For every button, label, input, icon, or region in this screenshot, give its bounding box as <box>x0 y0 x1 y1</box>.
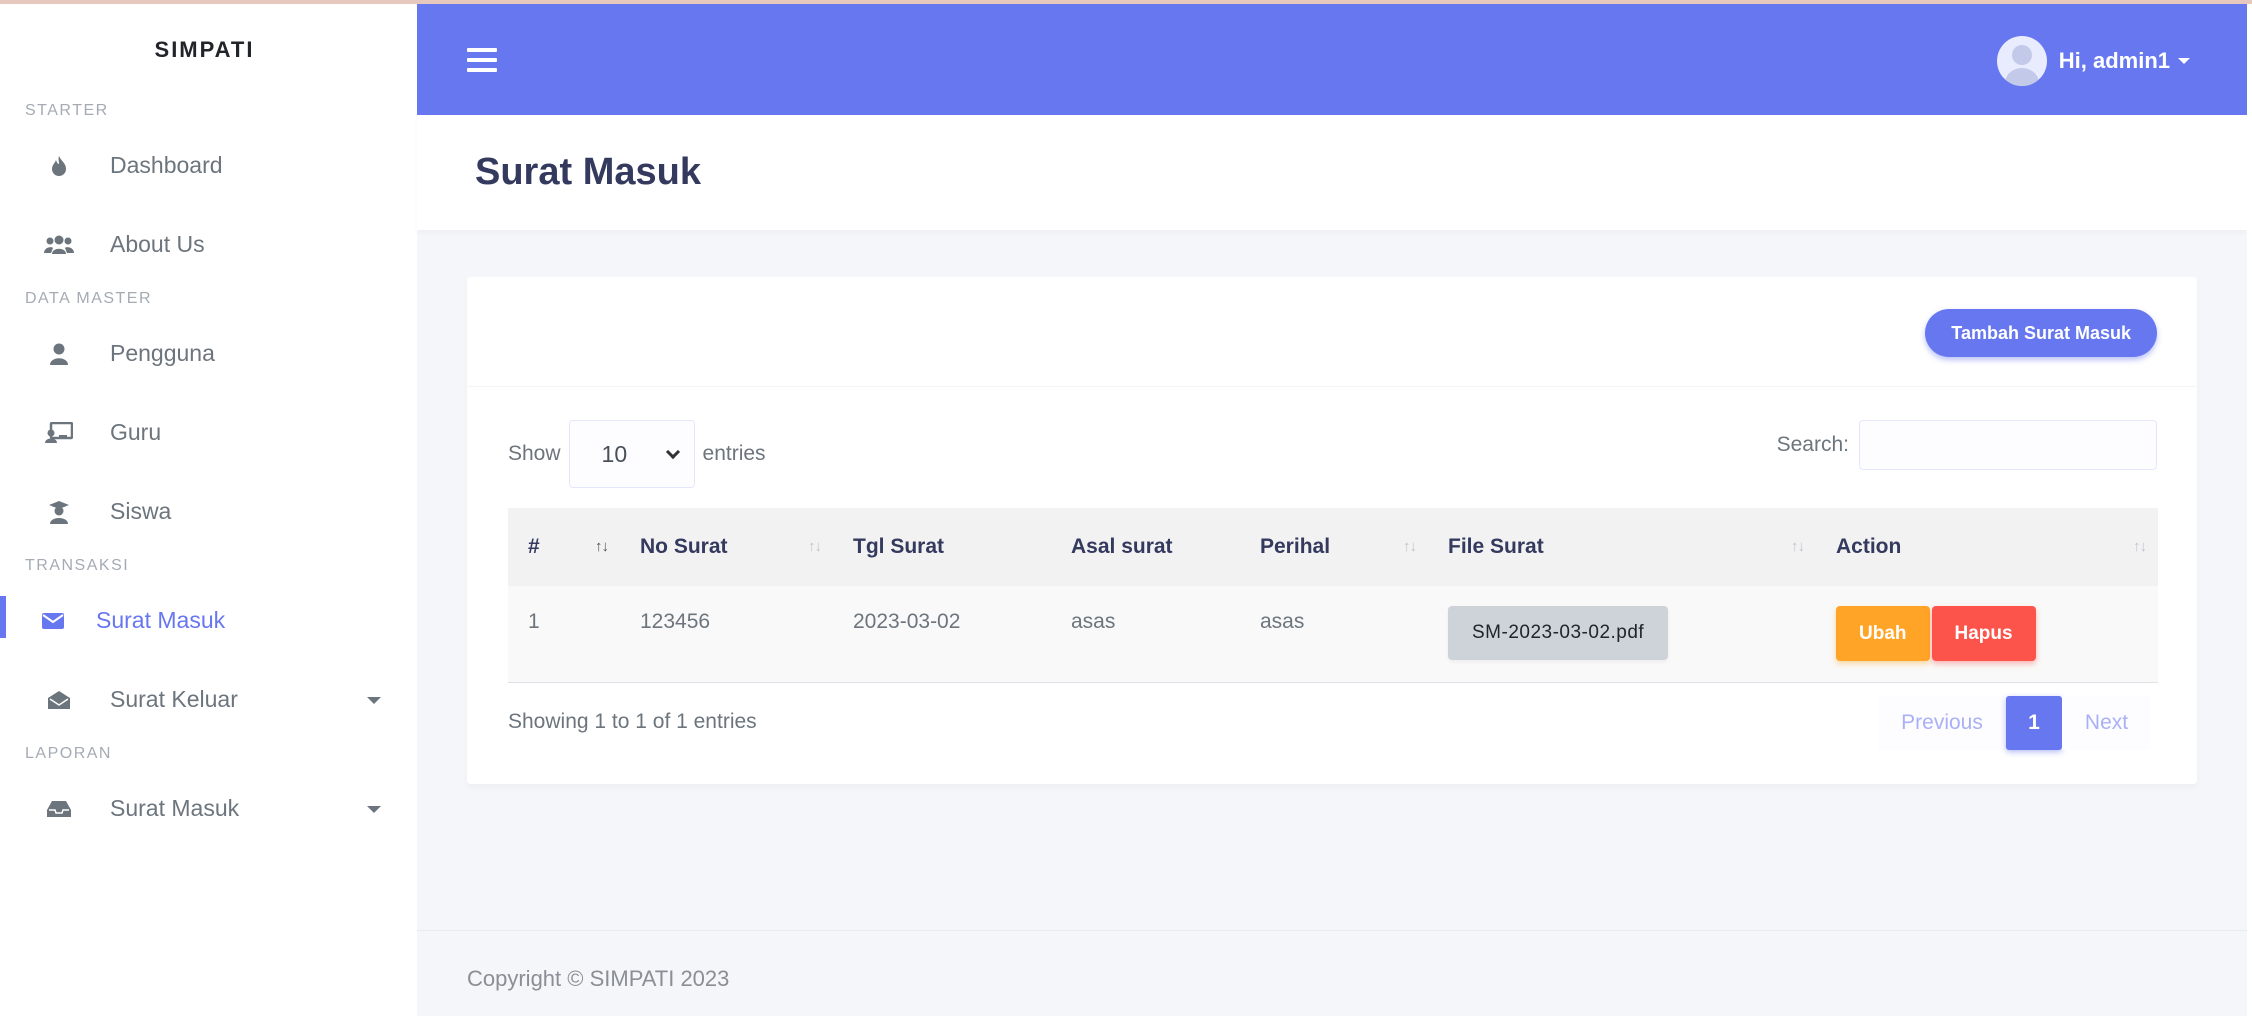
menu-header-starter: STARTER <box>25 102 109 119</box>
surat-masuk-table: # ↑↓ No Surat ↑↓ Tgl Surat Asal surat Peri… <box>508 508 2158 683</box>
column-header-action[interactable]: Action ↑↓ <box>1816 508 2158 586</box>
card-header: Tambah Surat Masuk <box>467 277 2197 387</box>
sidebar-item-surat-keluar[interactable]: Surat Keluar <box>0 660 417 739</box>
sidebar-item-guru[interactable]: Guru <box>0 393 417 472</box>
page-title: Surat Masuk <box>475 151 701 193</box>
next-page-button[interactable]: Next <box>2062 696 2151 750</box>
graduate-icon <box>44 497 74 527</box>
entries-length-control: Show 10 entries <box>508 420 766 488</box>
entries-label: entries <box>702 442 766 465</box>
user-dropdown[interactable]: Hi, admin1 <box>1996 36 2190 86</box>
search-control: Search: <box>1777 420 2157 470</box>
sidebar: SIMPATI STARTER Dashboard About Us DATA … <box>0 4 417 1016</box>
envelope-icon <box>38 606 68 636</box>
user-greeting: Hi, admin1 <box>2058 48 2170 73</box>
sidebar-item-label: Surat Keluar <box>110 686 238 712</box>
table-header-row: # ↑↓ No Surat ↑↓ Tgl Surat Asal surat Peri… <box>508 508 2158 586</box>
entries-select-value: 10 <box>601 440 628 467</box>
cell-number: 1 <box>508 586 620 683</box>
table-controls: Show 10 entries Search: <box>467 420 2197 490</box>
hamburger-menu-icon[interactable] <box>467 48 497 72</box>
sidebar-item-label: Siswa <box>110 498 172 524</box>
brand-logo[interactable]: SIMPATI <box>0 4 417 96</box>
search-label: Search: <box>1776 433 1849 456</box>
sort-icon: ↑↓ <box>1791 538 1805 555</box>
column-header-no-surat[interactable]: No Surat ↑↓ <box>620 508 833 586</box>
cell-asal-surat: asas <box>1051 586 1240 683</box>
right-edge <box>2247 4 2252 1016</box>
footer: Copyright © SIMPATI 2023 <box>417 930 2247 1016</box>
sidebar-item-label: Dashboard <box>110 152 223 178</box>
sidebar-item-surat-masuk[interactable]: Surat Masuk <box>0 581 417 660</box>
table-row: 1 123456 2023-03-02 asas asas SM-2023-03… <box>508 586 2158 683</box>
sidebar-item-label: About Us <box>110 231 205 257</box>
sort-icon: ↑↓ <box>1403 538 1417 555</box>
section-header: Surat Masuk <box>417 115 2247 230</box>
chevron-down-icon <box>367 805 381 813</box>
sidebar-item-label: Guru <box>110 419 162 445</box>
delete-button[interactable]: Hapus <box>1931 606 2036 661</box>
menu-header-data-master: DATA MASTER <box>25 290 153 307</box>
column-header-perihal[interactable]: Perihal ↑↓ <box>1240 508 1428 586</box>
sidebar-item-laporan-surat-masuk[interactable]: Surat Masuk <box>0 769 417 848</box>
column-header-asal-surat[interactable]: Asal surat <box>1051 508 1240 586</box>
page-1-button[interactable]: 1 <box>2006 696 2062 750</box>
previous-page-button[interactable]: Previous <box>1878 696 2006 750</box>
file-download-button[interactable]: SM-2023-03-02.pdf <box>1448 606 1669 660</box>
inbox-icon <box>44 794 74 824</box>
fire-icon <box>44 151 74 181</box>
sort-icon: ↑↓ <box>2133 538 2147 555</box>
copyright-text: Copyright © SIMPATI 2023 <box>467 966 730 991</box>
chalkboard-teacher-icon <box>44 418 74 448</box>
sort-icon: ↑↓ <box>595 538 609 555</box>
chevron-down-icon <box>665 444 680 460</box>
column-header-number[interactable]: # ↑↓ <box>508 508 620 586</box>
sidebar-item-pengguna[interactable]: Pengguna <box>0 314 417 393</box>
sidebar-item-label: Surat Masuk <box>110 795 240 821</box>
pagination: Previous 1 Next <box>1878 696 2151 750</box>
chevron-down-icon <box>367 696 381 704</box>
menu-header-transaksi: TRANSAKSI <box>25 557 130 574</box>
content-card: Tambah Surat Masuk Show 10 entries Searc… <box>467 277 2197 784</box>
envelope-open-icon <box>44 685 74 715</box>
add-surat-masuk-button[interactable]: Tambah Surat Masuk <box>1925 309 2157 357</box>
avatar <box>1996 36 2047 86</box>
chevron-down-icon <box>2178 58 2190 64</box>
sidebar-item-label: Surat Masuk <box>96 607 226 633</box>
table-info: Showing 1 to 1 of 1 entries <box>508 710 757 733</box>
show-label: Show <box>508 442 561 465</box>
column-header-file-surat[interactable]: File Surat ↑↓ <box>1428 508 1816 586</box>
column-header-tgl-surat[interactable]: Tgl Surat <box>833 508 1051 586</box>
users-icon <box>44 230 74 260</box>
edit-button[interactable]: Ubah <box>1836 606 1930 661</box>
cell-file-surat: SM-2023-03-02.pdf <box>1428 586 1816 683</box>
cell-no-surat: 123456 <box>620 586 833 683</box>
cell-tgl-surat: 2023-03-02 <box>833 586 1051 683</box>
cell-perihal: asas <box>1240 586 1428 683</box>
sort-icon: ↑↓ <box>808 538 822 555</box>
search-input[interactable] <box>1859 420 2157 470</box>
top-navbar: Hi, admin1 <box>417 4 2252 115</box>
sidebar-item-dashboard[interactable]: Dashboard <box>0 126 417 205</box>
cell-action: Ubah Hapus <box>1816 586 2158 683</box>
entries-select[interactable]: 10 <box>568 420 695 488</box>
user-icon <box>44 339 74 369</box>
menu-header-laporan: LAPORAN <box>25 745 112 762</box>
sidebar-item-label: Pengguna <box>110 340 215 366</box>
sidebar-item-about-us[interactable]: About Us <box>0 205 417 284</box>
sidebar-item-siswa[interactable]: Siswa <box>0 472 417 551</box>
